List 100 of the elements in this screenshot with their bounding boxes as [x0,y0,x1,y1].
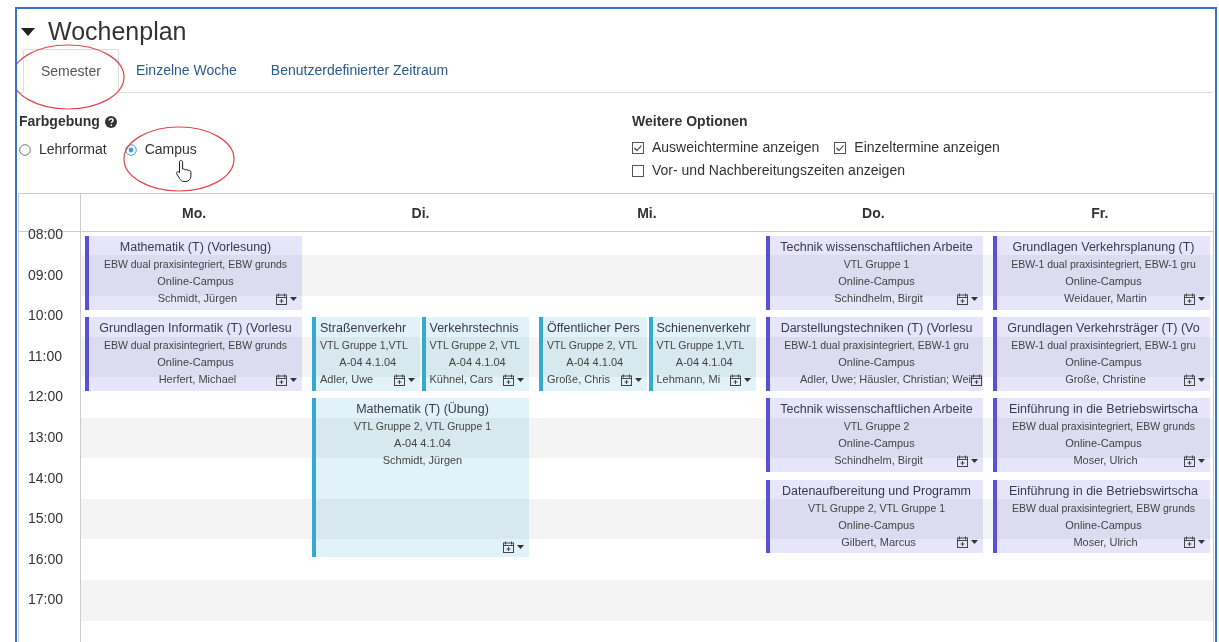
event-title: Technik wissenschaftlichen Arbeite [779,239,974,256]
calendar-plus-icon[interactable] [957,454,968,467]
event-lecturer: Adler, Uwe; Häusler, Christian; Wei [799,372,971,388]
hand-cursor-icon [175,159,193,183]
hour-label: 16:00 [28,550,64,567]
hour-label: 08:00 [28,226,64,242]
event-groups: VTL Gruppe 2, VTL [543,337,647,355]
event-location: A-04 4.1.04 [393,436,452,452]
event-title: Technik wissenschaftlichen Arbeite [779,401,974,419]
event-groups: VTL Gruppe 1,VTL [652,337,756,355]
event-groups: VTL Gruppe 1 [770,256,983,273]
event-card[interactable]: Einführung in die Betriebswirtscha EBW dual praxisintegriert, EBW grunds Online-Campus Moser, Ulrich [993,479,1210,554]
event-card[interactable]: Grundlagen Verkehrsträger (T) (Vo EBW-1 dual praxisintegriert, EBW-1 gru Online-Campus Große, Christine [993,317,1210,391]
event-lecturer: Weidauer, Martin [1063,291,1148,306]
checkbox-label[interactable]: Einzeltermine anzeigen [854,137,1000,158]
radio-button[interactable] [124,143,137,156]
event-groups: VTL Gruppe 2, VTL [425,337,529,355]
calendar-plus-icon[interactable] [503,373,514,386]
event-card[interactable]: Einführung in die Betriebswirtscha EBW dual praxisintegriert, EBW grunds Online-Campus Moser, Ulrich [993,398,1210,473]
calendar-plus-icon[interactable] [957,536,968,549]
event-title: Grundlagen Verkehrsträger (T) (Vo [1006,320,1201,338]
hour-label: 10:00 [28,307,64,324]
event-card[interactable]: Darstellungstechniken (T) (Vorlesu EBW-1 dual praxisintegriert, EBW-1 gru Online-Campus Adler, Uwe; Häusler, Christian; Wei [766,317,983,391]
event-groups: VTL Gruppe 1,VTL [316,337,420,355]
event-card[interactable]: Technik wissenschaftlichen Arbeite VTL Gruppe 2 Online-Campus Schindhelm, Birgit [766,398,983,473]
calendar-plus-icon[interactable] [1184,292,1195,305]
day-header: Di. [411,204,430,223]
event-location: Online-Campus [837,355,916,371]
event-title: Grundlagen Verkehrsplanung (T) [1011,239,1196,256]
event-location: Online-Campus [1064,436,1143,452]
checkbox-label[interactable]: Vor- und Nachbereitungszeiten anzeigen [652,160,905,181]
calendar-plus-icon[interactable] [1184,536,1195,549]
checkbox[interactable] [632,164,644,177]
event-card[interactable]: Grundlagen Verkehrsplanung (T) EBW-1 dual praxisintegriert, EBW-1 gru Online-Campus Weidauer, Martin [993,236,1210,310]
event-card[interactable]: Schienenverkehr VTL Gruppe 1,VTL A-04 4.1.04 Lehmann, Mi [648,317,756,391]
event-lecturer: Gilbert, Marcus [840,534,917,550]
event-lecturer: Schmidt, Jürgen [381,453,464,469]
event-lecturer: Lehmann, Mi [655,372,722,388]
calendar-plus-icon[interactable] [276,373,287,386]
radio-label[interactable]: Lehrformat [39,139,107,160]
checkbox[interactable] [632,141,644,154]
event-lecturer: Schindhelm, Birgit [833,291,924,306]
event-lecturer: Große, Chris [546,372,611,388]
checkbox-label[interactable]: Ausweichtermine anzeigen [652,137,820,158]
event-card[interactable]: Öffentlicher Pers VTL Gruppe 2, VTL A-04 4.1.04 Große, Chris [539,317,647,391]
event-title: Mathematik (T) (Übung) [355,401,490,419]
event-title: Mathematik (T) (Vorlesung) [118,239,273,256]
event-lecturer: Herfert, Michael [157,372,238,388]
hour-label: 11:00 [28,347,62,364]
event-groups: EBW dual praxisintegriert, EBW grunds [997,499,1210,517]
event-card[interactable]: Grundlagen Informatik (T) (Vorlesu EBW dual praxisintegriert, EBW grunds Online-Campus Herfert, Michael [85,317,302,391]
calendar-plus-icon[interactable] [957,292,968,305]
calendar-plus-icon[interactable] [503,540,514,553]
event-lecturer: Schmidt, Jürgen [156,291,239,306]
tab[interactable]: Semester [23,49,119,93]
event-card[interactable]: Mathematik (T) (Übung) VTL Gruppe 2, VTL Gruppe 1 A-04 4.1.04 Schmidt, Jürgen [312,398,529,557]
help-icon[interactable] [104,115,117,128]
event-card[interactable]: Mathematik (T) (Vorlesung) EBW dual praxisintegriert, EBW grunds Online-Campus Schmidt, Jürgen [85,236,302,310]
event-groups: VTL Gruppe 2 [770,418,983,436]
caret-icon[interactable] [517,544,524,549]
event-title: Darstellungstechniken (T) (Vorlesu [779,320,974,338]
option-label: Weitere Optionen [632,112,749,131]
calendar-plus-icon[interactable] [393,373,405,386]
event-location: Online-Campus [156,274,235,289]
event-card[interactable]: Datenaufbereitung und Programm VTL Gruppe 2, VTL Gruppe 1 Online-Campus Gilbert, Marcus [766,479,983,554]
event-location: Online-Campus [837,436,916,452]
event-title: Straßenverkehr [319,320,408,338]
event-card[interactable]: Technik wissenschaftlichen Arbeite VTL Gruppe 1 Online-Campus Schindhelm, Birgit [766,236,983,310]
event-groups: VTL Gruppe 2, VTL Gruppe 1 [770,499,983,517]
calendar-plus-icon[interactable] [276,292,287,305]
day-header: Do. [862,204,885,223]
event-card[interactable]: Straßenverkehr VTL Gruppe 1,VTL A-04 4.1.04 Adler, Uwe [312,317,420,391]
hour-label: 12:00 [28,388,64,405]
calendar-plus-icon[interactable] [971,373,982,386]
radio-label[interactable]: Campus [144,139,197,160]
calendar-plus-icon[interactable] [1184,454,1195,467]
tab[interactable]: Benutzerdefinierter Zeitraum [253,48,466,92]
event-location: Online-Campus [1064,274,1143,289]
hour-label: 14:00 [28,469,64,486]
calendar-plus-icon[interactable] [730,373,741,386]
hour-label: 09:00 [28,266,64,283]
event-title: Einführung in die Betriebswirtscha [1008,401,1199,419]
event-location: Online-Campus [1064,517,1143,533]
event-lecturer: Moser, Ulrich [1072,453,1139,469]
radio-button[interactable] [19,143,31,156]
collapse-caret-icon[interactable] [20,26,36,37]
calendar-plus-icon[interactable] [620,373,632,386]
calendar-plus-icon[interactable] [1184,373,1195,386]
tab[interactable]: Einzelne Woche [118,48,254,92]
event-card[interactable]: Verkehrstechnis VTL Gruppe 2, VTL A-04 4.1.04 Kühnel, Cars [421,317,529,391]
section-title: Wochenplan [48,15,187,47]
hour-label: 15:00 [28,510,64,527]
checkbox[interactable] [834,141,847,154]
event-lecturer: Große, Christine [1064,372,1147,388]
event-lecturer: Kühnel, Cars [428,372,495,388]
event-groups: EBW dual praxisintegriert, EBW grunds [997,418,1210,436]
day-header: Mo. [182,204,207,223]
event-location: A-04 4.1.04 [565,355,625,371]
event-groups: EBW-1 dual praxisintegriert, EBW-1 gru [770,337,983,355]
event-groups: EBW dual praxisintegriert, EBW grunds [89,337,302,355]
